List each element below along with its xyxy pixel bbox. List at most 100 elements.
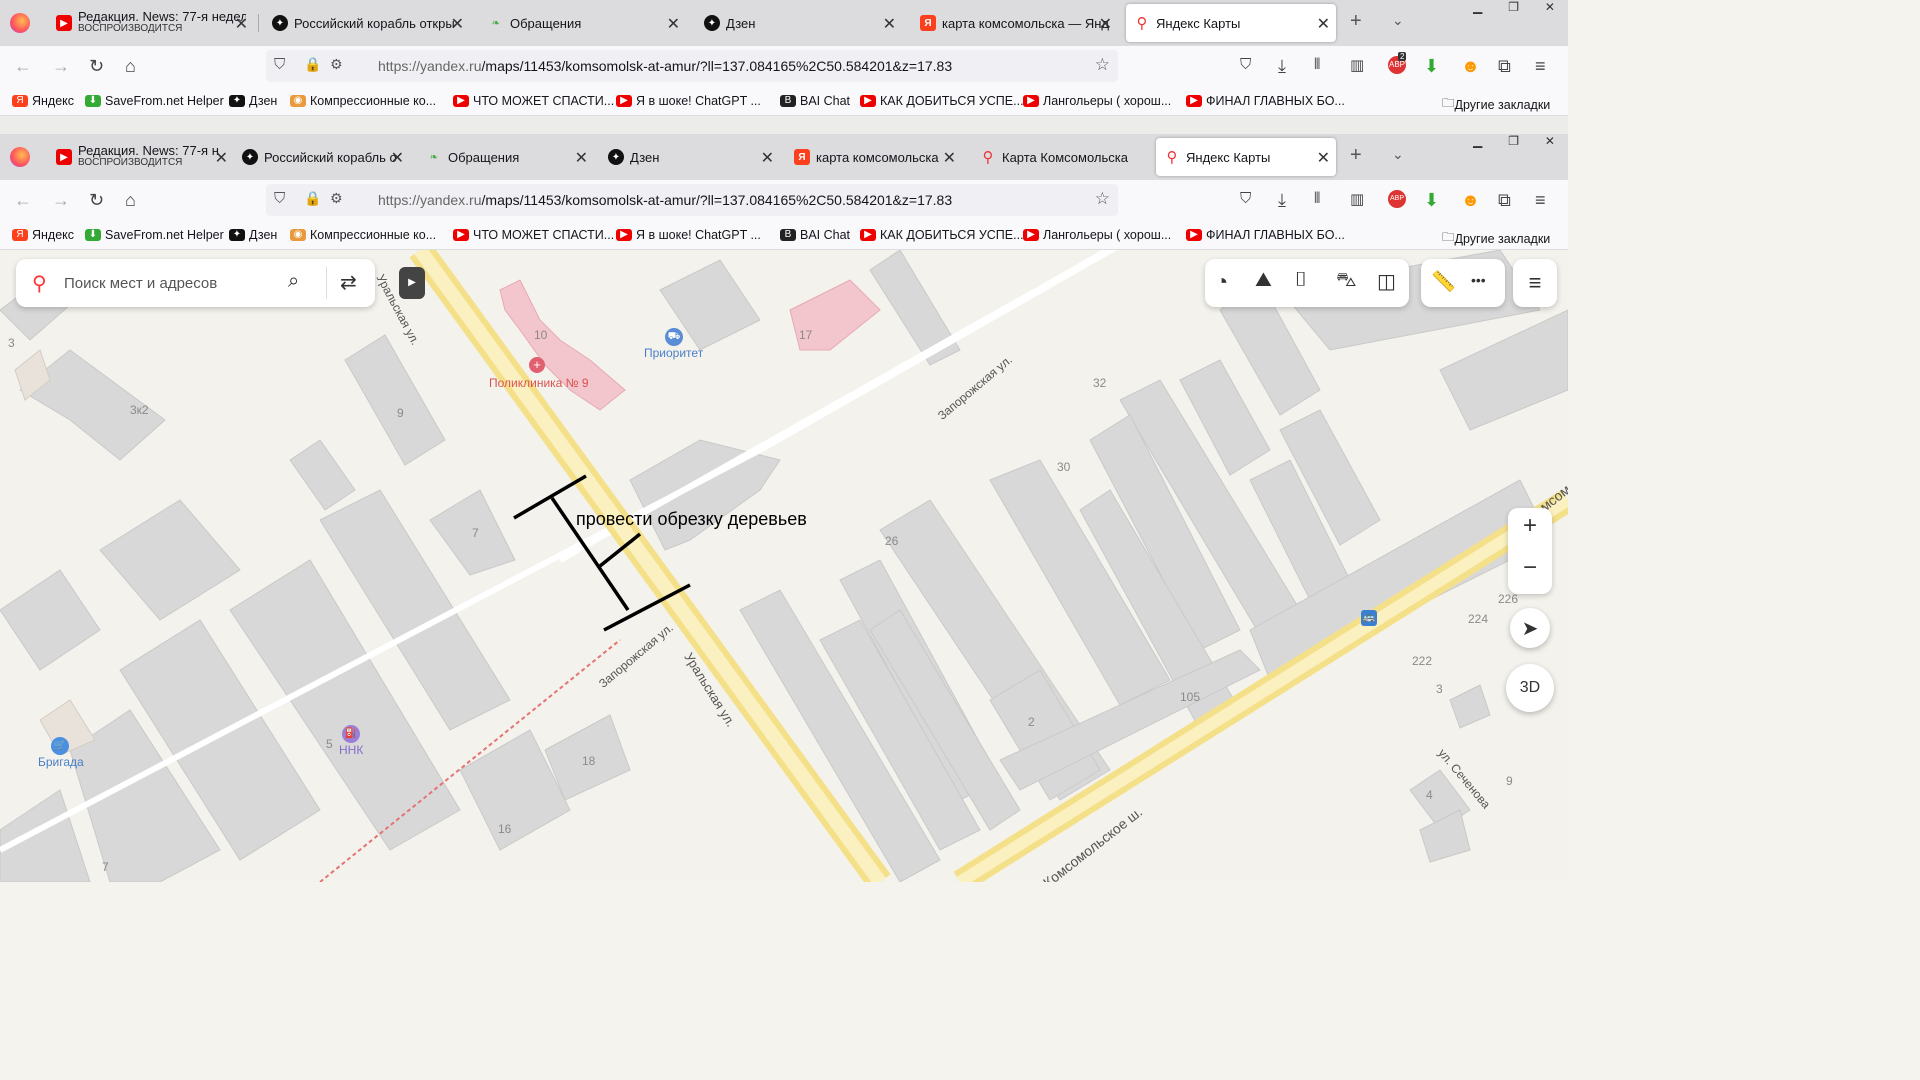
- tab-appeals[interactable]: ❧ Обращения ✕: [480, 4, 686, 42]
- tab-dzen[interactable]: ✦ Дзен ✕: [600, 138, 780, 176]
- bookmark-item[interactable]: B BAI Chat: [780, 94, 850, 108]
- bookmark-item[interactable]: ✦ Дзен: [229, 228, 277, 242]
- other-bookmarks[interactable]: 🗀 Другие закладки: [1442, 94, 1550, 115]
- chevron-down-icon[interactable]: ⌄: [1392, 146, 1404, 163]
- emoji-extension-icon[interactable]: ☻: [1461, 56, 1480, 77]
- lock-icon[interactable]: 🔒: [304, 190, 321, 207]
- close-tab-icon[interactable]: ✕: [215, 148, 228, 168]
- close-tab-icon[interactable]: ✕: [575, 148, 588, 168]
- tab-yandex-maps[interactable]: ⚲ Яндекс Карты ✕: [1126, 4, 1336, 42]
- savefrom-icon[interactable]: ⬇: [1424, 190, 1439, 211]
- panorama-icon[interactable]: ⛰: [1255, 269, 1272, 292]
- fuel-station-icon[interactable]: ⛽: [342, 725, 360, 743]
- maximize-icon[interactable]: ❐: [1508, 0, 1519, 18]
- tab-dzen[interactable]: ✦ Дзен ✕: [696, 4, 902, 42]
- firefox-icon[interactable]: [10, 13, 30, 33]
- download-icon[interactable]: ⤓: [1278, 56, 1286, 77]
- home-icon[interactable]: ⌂: [125, 190, 136, 211]
- menu-icon[interactable]: ≡: [1535, 190, 1546, 211]
- new-tab-icon[interactable]: +: [1350, 10, 1362, 33]
- star-bookmark-icon[interactable]: ☆: [1095, 55, 1110, 75]
- route-icon[interactable]: ⇄: [340, 270, 357, 295]
- expand-panel-button[interactable]: ▶: [399, 267, 425, 299]
- bookmark-item[interactable]: B BAI Chat: [780, 228, 850, 242]
- map-search-box[interactable]: ⚲ Поиск мест и адресов ⌕ ⇄: [16, 259, 375, 307]
- download-icon[interactable]: ⤓: [1278, 190, 1286, 211]
- extensions-icon[interactable]: ⧉: [1498, 190, 1511, 211]
- bookmark-item[interactable]: ▶ КАК ДОБИТЬСЯ УСПЕ...: [860, 94, 1024, 108]
- bookmark-item[interactable]: ◉ Компрессионные ко...: [290, 228, 436, 242]
- minimize-icon[interactable]: ▁: [1473, 0, 1482, 18]
- extensions-icon[interactable]: ⧉: [1498, 56, 1511, 77]
- permissions-icon[interactable]: ⚙: [330, 190, 343, 207]
- poi-polyclinic[interactable]: +: [529, 357, 545, 373]
- shield-icon[interactable]: ⛉: [274, 56, 285, 73]
- sidebar-icon[interactable]: ▥: [1350, 56, 1364, 74]
- close-tab-icon[interactable]: ✕: [235, 14, 248, 34]
- tab-youtube-news[interactable]: ▶ Редакция. News: 77-я недел ВОСПРОИЗВОДИ…: [48, 4, 254, 42]
- url-bar[interactable]: ⛉ 🔒 ⚙ https://yandex.ru/maps/11453/komso…: [266, 50, 1118, 82]
- zoom-out-button[interactable]: −: [1508, 554, 1552, 582]
- more-icon[interactable]: •••: [1471, 272, 1486, 288]
- map-canvas[interactable]: Уральская ул. Уральская ул. Запорожская …: [0, 250, 1568, 882]
- shop-cart-icon[interactable]: 🛒: [51, 737, 69, 755]
- minimize-icon[interactable]: ▁: [1473, 134, 1482, 152]
- bookmark-item[interactable]: ⬇ SaveFrom.net Helper: [85, 94, 224, 108]
- library-icon[interactable]: ⫴: [1314, 190, 1320, 207]
- zoom-in-button[interactable]: +: [1508, 512, 1552, 540]
- close-tab-icon[interactable]: ✕: [451, 14, 464, 34]
- bookmark-item[interactable]: ◉ Компрессионные ко...: [290, 94, 436, 108]
- adblock-icon[interactable]: ABP: [1388, 190, 1406, 208]
- close-tab-icon[interactable]: ✕: [1099, 14, 1112, 34]
- menu-icon[interactable]: ≡: [1535, 56, 1546, 77]
- reload-icon[interactable]: ↻: [89, 56, 104, 77]
- close-tab-icon[interactable]: ✕: [1317, 148, 1330, 168]
- bookmark-item[interactable]: ✦ Дзен: [229, 94, 277, 108]
- close-tab-icon[interactable]: ✕: [1317, 14, 1330, 34]
- camera-icon[interactable]: ⌷: [1295, 269, 1307, 292]
- bookmark-item[interactable]: Я Яндекс: [12, 94, 74, 108]
- bookmark-item[interactable]: ▶ КАК ДОБИТЬСЯ УСПЕ...: [860, 228, 1024, 242]
- three-d-button[interactable]: 3D: [1506, 664, 1554, 712]
- sidebar-icon[interactable]: ▥: [1350, 190, 1364, 208]
- shield-icon[interactable]: ⛉: [274, 190, 285, 207]
- close-tab-icon[interactable]: ✕: [667, 14, 680, 34]
- bookmark-item[interactable]: ⬇ SaveFrom.net Helper: [85, 228, 224, 242]
- hamburger-menu-button[interactable]: ≡: [1513, 259, 1557, 307]
- url-bar[interactable]: ⛉ 🔒 ⚙ https://yandex.ru/maps/11453/komso…: [266, 184, 1118, 216]
- bookmark-item[interactable]: ▶ Я в шоке! ChatGPT ...: [616, 94, 761, 108]
- pocket-icon[interactable]: ⛉: [1240, 190, 1251, 207]
- tab-youtube-news[interactable]: ▶ Редакция. News: 77-я н ВОСПРОИЗВОДИТСЯ …: [48, 138, 234, 176]
- other-bookmarks[interactable]: 🗀 Другие закладки: [1442, 228, 1550, 249]
- lock-icon[interactable]: 🔒: [304, 56, 321, 73]
- close-window-icon[interactable]: ✕: [1545, 134, 1555, 152]
- bookmark-item[interactable]: ▶ ФИНАЛ ГЛАВНЫХ БО...: [1186, 94, 1345, 108]
- car-service-icon[interactable]: ⛟: [665, 328, 683, 346]
- poi-nnk-label[interactable]: ННК: [339, 743, 363, 757]
- bookmark-item[interactable]: ▶ Я в шоке! ChatGPT ...: [616, 228, 761, 242]
- back-arrow-icon[interactable]: ←: [14, 56, 32, 77]
- new-tab-icon[interactable]: +: [1350, 144, 1362, 167]
- tab-russian-ship[interactable]: ✦ Российский корабль откры ✕: [264, 4, 470, 42]
- permissions-icon[interactable]: ⚙: [330, 56, 343, 73]
- forward-arrow-icon[interactable]: →: [52, 190, 70, 211]
- search-icon[interactable]: ⌕: [288, 270, 299, 293]
- firefox-icon[interactable]: [10, 147, 30, 167]
- bookmark-item[interactable]: ▶ Лангольеры ( хорош...: [1023, 94, 1171, 108]
- close-tab-icon[interactable]: ✕: [391, 148, 404, 168]
- back-arrow-icon[interactable]: ←: [14, 190, 32, 211]
- poi-polyclinic-label[interactable]: Поликлиника № 9: [489, 376, 589, 390]
- bus-stop-icon[interactable]: 🚌: [1361, 610, 1377, 626]
- tab-map-komsomolsk[interactable]: ⚲ Карта Комсомольска: [972, 138, 1148, 176]
- traffic-icon[interactable]: ◔: [1215, 269, 1228, 295]
- chevron-down-icon[interactable]: ⌄: [1392, 12, 1404, 29]
- poi-prioritet-label[interactable]: Приоритет: [644, 346, 703, 360]
- bookmark-item[interactable]: ▶ ФИНАЛ ГЛАВНЫХ БО...: [1186, 228, 1345, 242]
- close-tab-icon[interactable]: ✕: [943, 148, 956, 168]
- maximize-icon[interactable]: ❐: [1508, 134, 1519, 152]
- close-tab-icon[interactable]: ✕: [883, 14, 896, 34]
- search-placeholder[interactable]: Поиск мест и адресов: [64, 275, 217, 292]
- bookmark-item[interactable]: ▶ ЧТО МОЖЕТ СПАСТИ...: [453, 94, 614, 108]
- bookmark-item[interactable]: Я Яндекс: [12, 228, 74, 242]
- tab-yandex-search[interactable]: Я карта комсомольска — Янд ✕: [912, 4, 1118, 42]
